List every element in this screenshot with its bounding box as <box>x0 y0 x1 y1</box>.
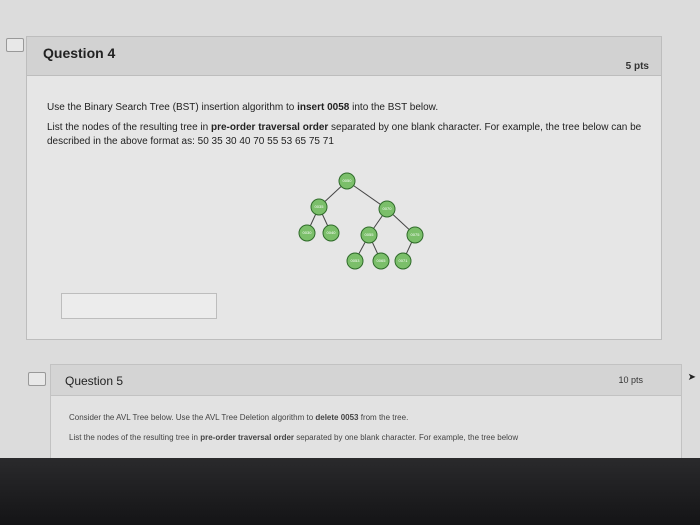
instruction-text-end: into the BST below. <box>349 102 439 113</box>
tree-node-label: 0053 <box>351 258 361 263</box>
question-5-card: Question 5 10 pts Consider the AVL Tree … <box>50 364 682 458</box>
question-5-list-instruction: List the nodes of the resulting tree in … <box>69 433 649 442</box>
tree-node-label: 0055 <box>365 232 375 237</box>
browser-viewport: Question 4 5 pts Use the Binary Search T… <box>0 0 700 458</box>
list-text: List the nodes of the resulting tree in <box>47 122 211 133</box>
instruction-text: Use the Binary Search Tree (BST) inserti… <box>47 102 298 113</box>
question-4-card: Question 4 5 pts Use the Binary Search T… <box>26 36 662 340</box>
list-emphasis: pre-order traversal order <box>211 122 329 133</box>
bst-diagram: 0050 0035 0070 0030 0040 0055 0075 0053 … <box>298 172 424 270</box>
list-text-end: separated by one blank character. For ex… <box>294 433 519 442</box>
tree-node-label: 0071 <box>399 258 409 263</box>
answer-input[interactable] <box>61 293 217 319</box>
instruction-text-end: from the tree. <box>358 413 409 422</box>
tree-node-label: 0070 <box>383 206 393 211</box>
instruction-emphasis: delete 0053 <box>315 413 359 422</box>
instruction-text: Consider the AVL Tree below. Use the AVL… <box>69 413 316 422</box>
question-5-points: 10 pts <box>618 375 643 385</box>
question-5-instruction: Consider the AVL Tree below. Use the AVL… <box>69 413 649 422</box>
tree-node-label: 0075 <box>411 232 421 237</box>
instruction-emphasis: insert 0058 <box>297 102 350 113</box>
question-4-title: Question 4 <box>43 45 116 61</box>
flag-icon[interactable] <box>28 372 46 386</box>
question-5-header: Question 5 10 pts <box>51 365 681 396</box>
question-4-header: Question 4 5 pts <box>27 37 661 76</box>
tree-node-label: 0050 <box>343 178 353 183</box>
list-emphasis: pre-order traversal order <box>200 433 295 442</box>
tree-node-label: 0065 <box>377 258 387 263</box>
question-4-points: 5 pts <box>625 61 649 72</box>
question-5-title: Question 5 <box>65 374 124 388</box>
tree-node-label: 0030 <box>303 230 313 235</box>
mouse-pointer-icon: ➤ <box>687 372 696 383</box>
monitor-bezel <box>0 458 700 525</box>
tree-node-label: 0040 <box>327 230 337 235</box>
question-4-instruction: Use the Binary Search Tree (BST) inserti… <box>47 101 647 115</box>
flag-icon[interactable] <box>6 38 24 52</box>
tree-node-label: 0035 <box>315 204 325 209</box>
question-4-list-instruction: List the nodes of the resulting tree in … <box>47 121 647 149</box>
list-text: List the nodes of the resulting tree in <box>69 433 201 442</box>
